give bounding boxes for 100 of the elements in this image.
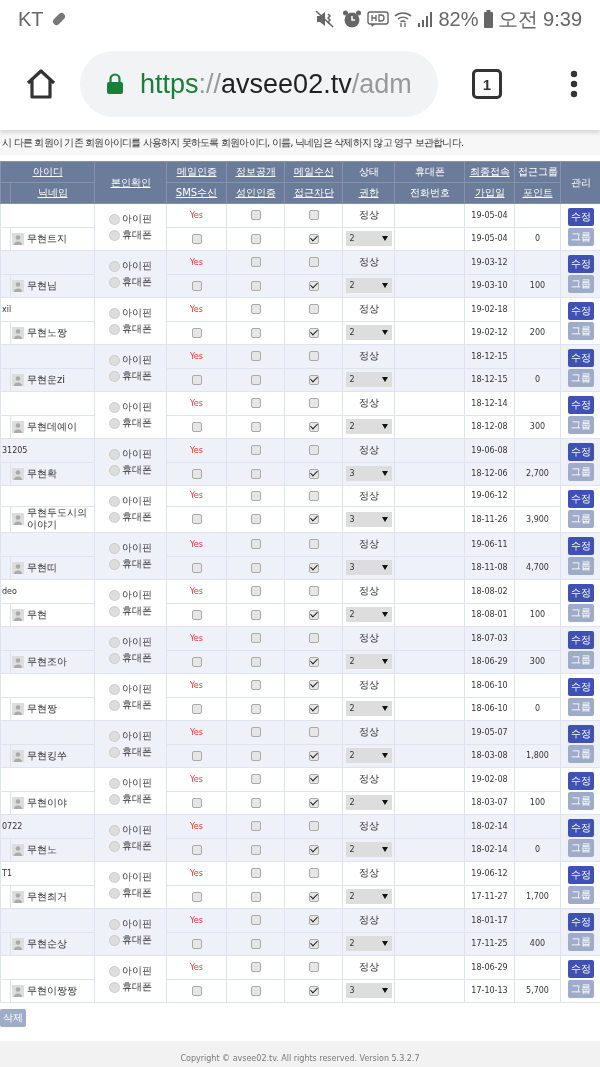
edit-button[interactable]: 수정 [567, 349, 594, 367]
checkbox[interactable] [191, 233, 202, 244]
radio-button[interactable] [109, 887, 120, 899]
checkbox[interactable] [250, 609, 261, 620]
checkbox[interactable] [308, 586, 319, 597]
checkbox[interactable] [308, 680, 319, 691]
checkbox[interactable] [191, 421, 202, 432]
checkbox[interactable] [308, 490, 319, 501]
checkbox[interactable] [250, 938, 261, 949]
checkbox[interactable] [191, 562, 202, 573]
radio-button[interactable] [109, 965, 120, 977]
edit-button[interactable]: 수정 [567, 725, 594, 743]
radio-button[interactable] [109, 229, 120, 241]
level-select[interactable]: 2 [345, 795, 392, 811]
level-select[interactable]: 3 [345, 560, 392, 576]
checkbox[interactable] [308, 468, 319, 479]
checkbox[interactable] [191, 280, 202, 291]
radio-button[interactable] [109, 824, 120, 836]
level-select[interactable]: 2 [345, 372, 392, 388]
checkbox[interactable] [250, 421, 261, 432]
checkbox[interactable] [250, 468, 261, 479]
level-select[interactable]: 2 [345, 278, 392, 294]
checkbox[interactable] [308, 891, 319, 902]
level-select[interactable]: 2 [345, 231, 392, 247]
level-select[interactable]: 3 [345, 466, 392, 482]
checkbox[interactable] [308, 280, 319, 291]
radio-button[interactable] [109, 495, 120, 507]
checkbox[interactable] [191, 938, 202, 949]
checkbox[interactable] [308, 633, 319, 644]
edit-button[interactable]: 수정 [567, 678, 594, 696]
checkbox[interactable] [308, 703, 319, 714]
home-button[interactable] [24, 67, 58, 101]
checkbox[interactable] [308, 562, 319, 573]
checkbox[interactable] [250, 633, 261, 644]
radio-button[interactable] [109, 213, 120, 225]
level-select[interactable]: 3 [345, 511, 392, 527]
checkbox[interactable] [250, 539, 261, 550]
radio-button[interactable] [109, 652, 120, 664]
radio-button[interactable] [109, 730, 120, 742]
checkbox[interactable] [308, 797, 319, 808]
radio-button[interactable] [109, 777, 120, 789]
level-select[interactable]: 2 [345, 748, 392, 764]
checkbox[interactable] [191, 844, 202, 855]
radio-button[interactable] [109, 589, 120, 601]
checkbox[interactable] [191, 609, 202, 620]
radio-button[interactable] [109, 542, 120, 554]
checkbox[interactable] [250, 351, 261, 362]
checkbox[interactable] [191, 750, 202, 761]
checkbox[interactable] [308, 327, 319, 338]
checkbox[interactable] [308, 257, 319, 268]
checkbox[interactable] [308, 210, 319, 221]
checkbox[interactable] [250, 797, 261, 808]
level-select[interactable]: 2 [345, 701, 392, 717]
checkbox[interactable] [308, 985, 319, 996]
checkbox[interactable] [191, 891, 202, 902]
checkbox[interactable] [250, 398, 261, 409]
edit-button[interactable]: 수정 [567, 396, 594, 414]
edit-button[interactable]: 수정 [567, 913, 594, 931]
checkbox[interactable] [191, 797, 202, 808]
menu-button[interactable] [570, 69, 578, 99]
checkbox[interactable] [250, 304, 261, 315]
radio-button[interactable] [109, 918, 120, 930]
checkbox[interactable] [308, 821, 319, 832]
edit-button[interactable]: 수정 [567, 490, 594, 508]
checkbox[interactable] [308, 938, 319, 949]
checkbox[interactable] [308, 656, 319, 667]
radio-button[interactable] [109, 871, 120, 883]
tab-count-button[interactable]: 1 [472, 69, 502, 99]
checkbox[interactable] [250, 374, 261, 385]
radio-button[interactable] [109, 840, 120, 852]
level-select[interactable]: 2 [345, 419, 392, 435]
checkbox[interactable] [308, 351, 319, 362]
edit-button[interactable]: 수정 [567, 584, 594, 602]
radio-button[interactable] [109, 793, 120, 805]
radio-button[interactable] [109, 307, 120, 319]
checkbox[interactable] [308, 609, 319, 620]
checkbox[interactable] [250, 490, 261, 501]
edit-button[interactable]: 수정 [567, 255, 594, 273]
checkbox[interactable] [250, 233, 261, 244]
radio-button[interactable] [109, 558, 120, 570]
checkbox[interactable] [191, 468, 202, 479]
edit-button[interactable]: 수정 [567, 208, 594, 226]
checkbox[interactable] [250, 915, 261, 926]
checkbox[interactable] [250, 985, 261, 996]
edit-button[interactable]: 수정 [567, 443, 594, 461]
checkbox[interactable] [308, 915, 319, 926]
radio-button[interactable] [109, 401, 120, 413]
checkbox[interactable] [250, 774, 261, 785]
checkbox[interactable] [308, 398, 319, 409]
checkbox[interactable] [308, 962, 319, 973]
radio-button[interactable] [109, 323, 120, 335]
radio-button[interactable] [109, 354, 120, 366]
level-select[interactable]: 2 [345, 936, 392, 952]
checkbox[interactable] [308, 514, 319, 525]
radio-button[interactable] [109, 464, 120, 476]
address-bar[interactable]: https://avsee02.tv/adm [80, 51, 438, 117]
checkbox[interactable] [250, 445, 261, 456]
checkbox[interactable] [308, 445, 319, 456]
checkbox[interactable] [308, 304, 319, 315]
checkbox[interactable] [308, 233, 319, 244]
